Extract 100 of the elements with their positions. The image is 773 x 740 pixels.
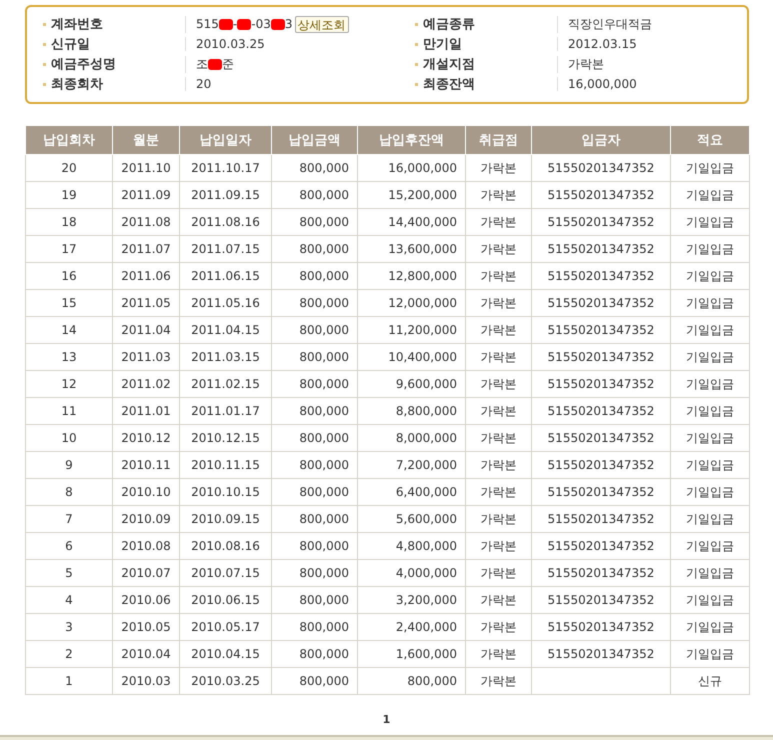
table-cell: 800,000 <box>272 668 358 694</box>
table-cell: 가락본 <box>466 316 532 344</box>
table-cell: 800,000 <box>272 586 358 614</box>
table-cell: 2010.05 <box>112 614 180 640</box>
table-cell: 2010.06.15 <box>180 586 272 614</box>
table-cell: 2010.03 <box>112 668 180 694</box>
table-cell: 800,000 <box>272 154 358 182</box>
table-cell: 2011.02.15 <box>180 370 272 398</box>
table-cell: 2010.09.15 <box>180 506 272 532</box>
field-label: 신규일 <box>51 36 91 53</box>
field-value: -03 <box>251 17 271 31</box>
table-cell: 가락본 <box>466 398 532 424</box>
table-cell: 9,600,000 <box>358 370 466 398</box>
table-cell: 12,800,000 <box>358 262 466 290</box>
table-cell: 18 <box>26 208 112 236</box>
table-cell: 51550201347352 <box>532 478 670 506</box>
table-cell: 2010.07.15 <box>180 560 272 586</box>
bullet-icon <box>43 82 46 86</box>
table-cell: 2011.05 <box>112 290 180 316</box>
table-cell: 기일입금 <box>670 208 750 236</box>
table-cell: 기일입금 <box>670 344 750 370</box>
table-cell: 가락본 <box>466 182 532 208</box>
table-cell: 2011.03 <box>112 344 180 370</box>
bullet-icon <box>43 42 46 46</box>
table-cell: 2011.04.15 <box>180 316 272 344</box>
table-cell: 기일입금 <box>670 182 750 208</box>
table-cell: 2010.06 <box>112 586 180 614</box>
table-cell: 신규 <box>670 668 750 694</box>
table-cell: 800,000 <box>272 262 358 290</box>
table-cell: 가락본 <box>466 290 532 316</box>
table-cell: 2011.08 <box>112 208 180 236</box>
table-cell: 2010.11 <box>112 452 180 478</box>
table-cell: 가락본 <box>466 370 532 398</box>
table-cell: 14,400,000 <box>358 208 466 236</box>
table-cell: 2010.05.17 <box>180 614 272 640</box>
table-cell: 7,200,000 <box>358 452 466 478</box>
table-cell: 800,000 <box>272 344 358 370</box>
table-cell: 51550201347352 <box>532 262 670 290</box>
column-header: 월분 <box>112 126 180 154</box>
table-cell: 1,600,000 <box>358 640 466 668</box>
table-cell: 51550201347352 <box>532 316 670 344</box>
table-cell: 2011.06 <box>112 262 180 290</box>
table-cell: 2011.07.15 <box>180 236 272 262</box>
table-cell: 15 <box>26 290 112 316</box>
field-value: 3 <box>284 17 292 31</box>
table-cell: 2010.12.15 <box>180 424 272 452</box>
table-cell: 12,000,000 <box>358 290 466 316</box>
table-cell: 13 <box>26 344 112 370</box>
table-cell: 800,000 <box>272 424 358 452</box>
table-cell: 5 <box>26 560 112 586</box>
table-cell: 기일입금 <box>670 262 750 290</box>
table-cell: 800,000 <box>272 182 358 208</box>
table-cell: 2011.10.17 <box>180 154 272 182</box>
table-cell: 2010.11.15 <box>180 452 272 478</box>
table-cell: 51550201347352 <box>532 560 670 586</box>
detail-button[interactable]: 상세조회 <box>294 16 348 32</box>
table-cell: 17 <box>26 236 112 262</box>
table-cell: 51550201347352 <box>532 182 670 208</box>
table-cell: 기일입금 <box>670 586 750 614</box>
table-cell: 2010.03.25 <box>180 668 272 694</box>
table-cell: 기일입금 <box>670 424 750 452</box>
table-cell: 11 <box>26 398 112 424</box>
table-cell: 7 <box>26 506 112 532</box>
table-cell: 51550201347352 <box>532 640 670 668</box>
table-cell: 기일입금 <box>670 370 750 398</box>
table-cell: 2011.05.16 <box>180 290 272 316</box>
table-cell: 기일입금 <box>670 532 750 560</box>
field-value: 조 <box>196 56 208 72</box>
table-cell: 가락본 <box>466 208 532 236</box>
table-cell: 2,400,000 <box>358 614 466 640</box>
field-value: 직장인우대적금 <box>568 16 652 32</box>
table-cell: 2010.07 <box>112 560 180 586</box>
table-cell: 가락본 <box>466 452 532 478</box>
page-link[interactable]: 1 <box>380 713 394 726</box>
table-cell: 2010.08 <box>112 532 180 560</box>
table-cell: 기일입금 <box>670 236 750 262</box>
table-cell: 51550201347352 <box>532 398 670 424</box>
field-label: 예금주성명 <box>51 56 117 73</box>
table-cell: 3,200,000 <box>358 586 466 614</box>
table-cell: 800,000 <box>272 532 358 560</box>
table-cell: 20 <box>26 154 112 182</box>
table-cell: 2011.03.15 <box>180 344 272 370</box>
field-value: 515 <box>196 17 219 31</box>
bullet-icon <box>43 22 46 26</box>
table-cell: 2 <box>26 640 112 668</box>
table-cell: 2011.08.16 <box>180 208 272 236</box>
table-cell: 2011.09 <box>112 182 180 208</box>
column-header: 적요 <box>670 126 750 154</box>
table-cell: 51550201347352 <box>532 614 670 640</box>
table-cell: 51550201347352 <box>532 236 670 262</box>
table-cell: 51550201347352 <box>532 506 670 532</box>
table-cell: 기일입금 <box>670 398 750 424</box>
field-label: 최종회차 <box>51 76 104 93</box>
table-cell: 기일입금 <box>670 154 750 182</box>
table-cell: 1 <box>26 668 112 694</box>
table-cell: 800,000 <box>272 398 358 424</box>
table-cell: 8,800,000 <box>358 398 466 424</box>
table-cell: 51550201347352 <box>532 154 670 182</box>
table-cell: 800,000 <box>272 290 358 316</box>
table-cell: 가락본 <box>466 506 532 532</box>
